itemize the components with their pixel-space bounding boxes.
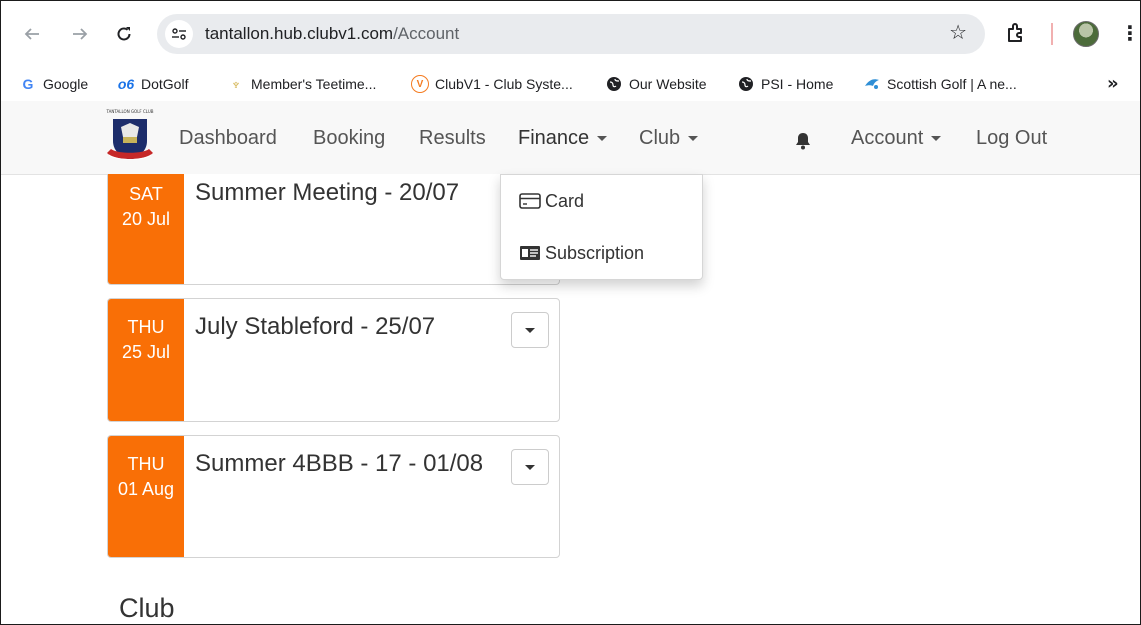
url-path: /Account [393,24,460,43]
browser-window: tantallon.hub.clubv1.com/Account ☆ ⋮ G Go… [0,0,1141,625]
competition-card[interactable]: SAT 20 Jul Summer Meeting - 20/07 [107,174,560,285]
bookmark-clubv1[interactable]: V ClubV1 - Club Syste... [411,73,573,95]
bookmark-star-icon[interactable]: ☆ [949,20,967,44]
date-badge: SAT 20 Jul [108,174,184,284]
competition-options-button[interactable] [511,312,549,348]
globe-icon [605,75,623,93]
date-day-month: 25 Jul [121,342,171,362]
site-navbar: TANTALLON GOLF CLUB Dashboard Booking Re… [1,101,1140,175]
credit-card-icon [519,193,541,209]
date-day-of-week: THU [127,454,165,474]
competition-card[interactable]: THU 25 Jul July Stableford - 25/07 [107,298,560,422]
id-card-icon [520,246,540,260]
bookmark-psi-home[interactable]: PSI - Home [737,73,833,95]
teetime-icon: ♆ [230,76,242,92]
date-day-of-week: SAT [129,184,163,204]
menu-item-subscription[interactable]: Subscription [519,240,644,266]
competition-title[interactable]: Summer Meeting - 20/07 [195,179,459,207]
reload-icon[interactable] [111,21,137,47]
date-badge: THU 01 Aug [108,436,184,557]
nav-account[interactable]: Account [851,127,942,150]
nav-dashboard[interactable]: Dashboard [179,127,277,150]
club-section-title: Club [119,593,175,623]
date-badge: THU 25 Jul [108,299,184,421]
competition-options-button[interactable] [511,449,549,485]
nav-finance-label: Finance [518,127,590,149]
menu-item-card-label: Card [545,190,585,211]
bookmark-scottish-golf[interactable]: Scottish Golf | A ne... [863,73,1017,95]
notifications-bell-icon[interactable] [793,131,813,151]
toolbar-separator [1051,23,1053,45]
competition-card[interactable]: THU 01 Aug Summer 4BBB - 17 - 01/08 [107,435,560,558]
competition-title[interactable]: July Stableford - 25/07 [195,313,435,341]
chevron-down-icon [931,136,942,142]
bookmark-dotgolf[interactable]: o6 DotGolf [117,73,189,95]
globe-icon [737,75,755,93]
url-host: tantallon.hub.clubv1.com [205,24,394,43]
chevron-down-icon [525,464,535,470]
finance-dropdown-menu: Card Subscription [500,174,703,280]
club-logo[interactable]: TANTALLON GOLF CLUB [99,109,161,171]
chrome-menu-icon[interactable]: ⋮ [1120,21,1140,45]
address-bar[interactable]: tantallon.hub.clubv1.com/Account ☆ [157,14,985,54]
site-settings-icon[interactable] [165,20,193,48]
profile-avatar[interactable] [1073,21,1099,47]
bookmark-google[interactable]: G Google [19,73,89,95]
scottish-golf-icon [863,75,881,93]
nav-club[interactable]: Club [639,127,699,150]
nav-club-label: Club [639,127,681,149]
url-text: tantallon.hub.clubv1.com/Account [205,24,459,44]
clubv1-icon: V [411,75,429,93]
nav-booking[interactable]: Booking [313,127,385,150]
chevron-down-icon [597,136,608,142]
chevron-down-icon [525,327,535,333]
browser-toolbar: tantallon.hub.clubv1.com/Account ☆ ⋮ [1,1,1140,67]
more-bookmarks-icon[interactable]: » [1107,73,1119,94]
nav-logout[interactable]: Log Out [976,127,1047,150]
forward-arrow-icon[interactable] [67,21,93,47]
date-day-month: 01 Aug [117,479,175,499]
menu-item-subscription-label: Subscription [545,242,645,263]
dotgolf-icon: o6 [117,76,135,92]
google-icon: G [22,76,34,92]
nav-results[interactable]: Results [419,127,486,150]
bookmarks-bar: G Google o6 DotGolf ♆ Member's Teetime... V… [1,67,1140,101]
menu-item-card[interactable]: Card [519,188,584,214]
back-arrow-icon[interactable] [19,21,45,47]
bookmark-our-website[interactable]: Our Website [605,73,707,95]
nav-finance[interactable]: Finance [518,127,608,150]
date-day-month: 20 Jul [121,209,171,229]
chevron-down-icon [688,136,699,142]
bookmark-member-teetime[interactable]: ♆ Member's Teetime... [227,73,377,95]
competition-title[interactable]: Summer 4BBB - 17 - 01/08 [195,450,483,478]
date-day-of-week: THU [127,317,165,337]
logo-text: TANTALLON GOLF CLUB [106,109,154,114]
extensions-puzzle-icon[interactable] [1004,21,1028,45]
nav-account-label: Account [851,127,924,149]
